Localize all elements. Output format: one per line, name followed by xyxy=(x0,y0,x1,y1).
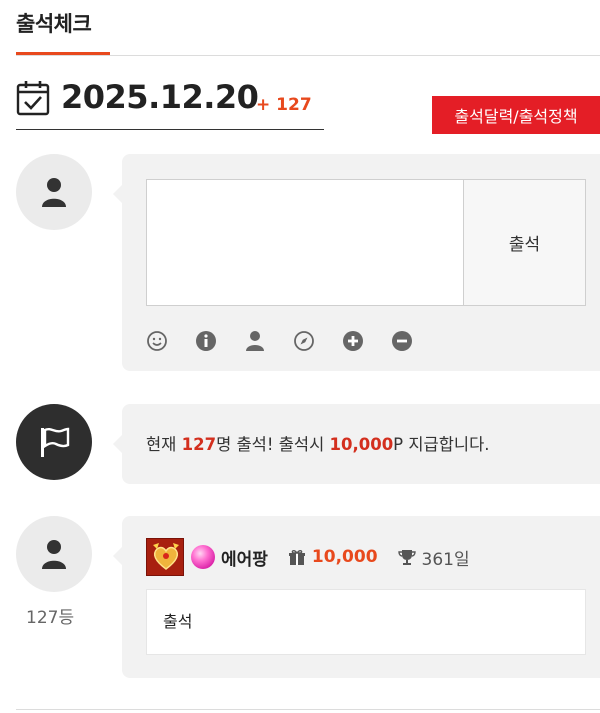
flag-icon xyxy=(41,427,70,457)
card-pointer xyxy=(113,434,123,454)
member-points: 10,000 xyxy=(311,547,378,567)
member-rank: 127등 xyxy=(26,608,75,628)
checkin-message-input[interactable] xyxy=(146,179,464,306)
attendance-notice-card: 현재 127명 출석! 출석시 10,000P 지급합니다. xyxy=(113,404,600,484)
attendance-count: + 127 xyxy=(256,95,312,115)
info-icon[interactable] xyxy=(195,329,244,353)
user-icon[interactable] xyxy=(244,329,293,353)
page-title: 출석체크 xyxy=(16,12,92,36)
checkin-submit-button[interactable]: 출석 xyxy=(463,179,586,306)
attendance-notice: 현재 127명 출석! 출석시 10,000P 지급합니다. xyxy=(146,435,490,454)
entry-meta: 에어팡 10,000 361일 xyxy=(146,538,470,576)
card-pointer xyxy=(113,184,123,204)
attendance-days: 361일 xyxy=(421,549,470,570)
checkin-input-card: 출석 xyxy=(113,154,600,371)
gift-icon xyxy=(288,550,305,565)
level-badge-icon xyxy=(146,538,184,576)
user-icon xyxy=(42,178,66,207)
member-orb-icon xyxy=(191,545,215,569)
my-avatar xyxy=(16,154,92,230)
attendance-comment: 출석 xyxy=(146,589,586,655)
minus-circle-icon[interactable] xyxy=(391,329,440,353)
title-divider xyxy=(16,55,600,56)
notice-count: 127 xyxy=(181,435,217,454)
trophy-icon xyxy=(397,550,416,565)
notice-points: 10,000 xyxy=(329,435,394,454)
bottom-divider xyxy=(16,709,600,710)
input-toolbar xyxy=(146,329,440,353)
member-nickname[interactable]: 에어팡 xyxy=(221,545,268,570)
attendance-entry-card: 에어팡 10,000 361일 출석 xyxy=(113,516,600,678)
notice-avatar xyxy=(16,404,92,480)
attendance-calendar-policy-button[interactable]: 출석달력/출석정책 xyxy=(432,96,600,134)
smile-icon[interactable] xyxy=(146,329,195,353)
calendar-check-icon xyxy=(16,81,50,116)
member-avatar[interactable] xyxy=(16,516,92,592)
date-header: 2025.12.20 + 127 xyxy=(16,78,324,130)
attendance-date: 2025.12.20 xyxy=(61,78,259,116)
card-pointer xyxy=(113,546,123,566)
plus-circle-icon[interactable] xyxy=(342,329,391,353)
user-icon xyxy=(42,540,66,569)
compass-icon[interactable] xyxy=(293,329,342,353)
